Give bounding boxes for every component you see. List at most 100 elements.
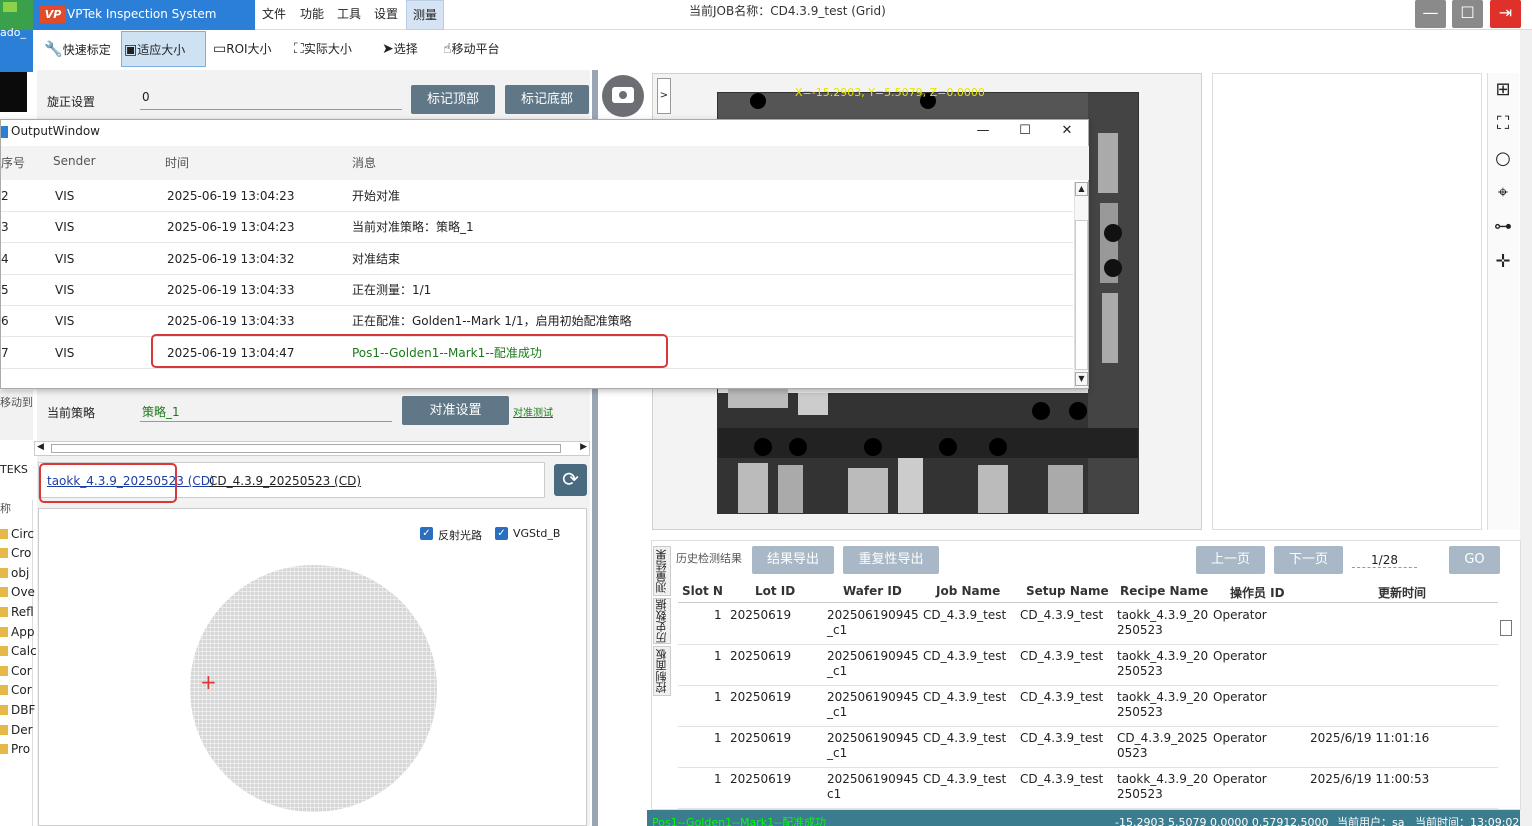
output-row-sender: VIS — [55, 345, 75, 360]
output-row[interactable]: 5 VIS 2025-06-19 13:04:33 正在测量：1/1 — [1, 275, 1073, 306]
tree-item[interactable]: obj — [0, 564, 29, 583]
page-indicator[interactable]: 1/28 — [1352, 553, 1417, 568]
go-button[interactable]: GO — [1449, 546, 1500, 574]
camera-icon[interactable] — [602, 75, 644, 117]
cell-lot: 20250619 — [730, 690, 792, 704]
line-tool-icon[interactable]: ⊶ — [1492, 216, 1514, 238]
repeat-export-button[interactable]: 重复性导出 — [843, 546, 939, 574]
mark-top-button[interactable]: 标记顶部 — [411, 85, 495, 114]
output-row-no: 5 — [1, 282, 9, 297]
tree-item[interactable]: DBF — [0, 701, 35, 720]
ow-col-sender: Sender — [53, 154, 96, 168]
output-scrollbar[interactable]: ▲ ▼ — [1074, 182, 1088, 388]
cell-job: CD_4.3.9_test — [923, 649, 1007, 663]
tree-item[interactable]: Cor — [0, 681, 32, 700]
tree-item[interactable]: Der — [0, 721, 33, 740]
tree-item[interactable]: Cro — [0, 544, 31, 563]
fit-size-button[interactable]: ▣适应大小 — [121, 31, 206, 67]
wafer-map[interactable] — [190, 565, 437, 812]
output-row[interactable]: 6 VIS 2025-06-19 13:04:33 正在配准：Golden1--Mar… — [1, 306, 1073, 338]
tree-item[interactable]: Cor — [0, 662, 32, 681]
cell-slot: 1 — [714, 731, 722, 745]
tree-item[interactable]: Refl — [0, 603, 34, 622]
ow-maximize-icon[interactable]: ☐ — [1005, 120, 1045, 144]
export-results-button[interactable]: 结果导出 — [752, 546, 834, 574]
cell-lot: 20250619 — [730, 731, 792, 745]
menu-measure[interactable]: 测量 — [406, 0, 445, 30]
tree-item[interactable]: App — [0, 623, 34, 642]
ow-close-icon[interactable]: ✕ — [1047, 120, 1087, 144]
table-row[interactable]: 1 20250619 202506190945 _c1 CD_4.3.9_test CD… — [678, 645, 1498, 686]
output-row[interactable]: 2 VIS 2025-06-19 13:04:23 开始对准 — [1, 181, 1073, 212]
tab-history-data[interactable]: 历史数据 — [653, 598, 671, 644]
coordinate-overlay: X=-15.2903, Y=5.5079, Z=0.0000 — [795, 86, 985, 99]
move-stage-label: 移动平台 — [451, 42, 500, 56]
move-stage-button[interactable]: ☝移动平台 — [441, 31, 500, 67]
strategy-label: 当前策略 — [47, 406, 96, 420]
output-row-message: 正在配准：Golden1--Mark 1/1，启用初始配准策略 — [352, 314, 632, 329]
crosshair-icon[interactable]: ✛ — [1492, 251, 1514, 273]
table-row[interactable]: 1 20250619 202506190945 c1 CD_4.3.9_test CD_… — [678, 768, 1498, 809]
tab-measure-results[interactable]: 测量结果 — [653, 546, 671, 596]
left-dock-tab[interactable]: ado_ — [0, 26, 33, 72]
main-scrollbar[interactable] — [1520, 30, 1532, 826]
tree-item[interactable]: Ove — [0, 583, 35, 602]
alignment-test-link[interactable]: 对准测试 — [513, 404, 553, 419]
expand-arrow-button[interactable]: > — [657, 78, 671, 114]
table-row[interactable]: 1 20250619 202506190945 _c1 CD_4.3.9_test CD… — [678, 604, 1498, 645]
menu-settings[interactable]: 设置 — [368, 0, 404, 30]
quick-calibrate-button[interactable]: 🔧快速标定 — [42, 31, 111, 67]
status-coords: -15.2903 5.5079 0.0000 0.5791 — [1115, 816, 1291, 826]
vgstd-checkbox[interactable]: ✓ — [495, 527, 508, 540]
horizontal-scrollbar[interactable]: ◀ ▶ — [34, 441, 590, 456]
output-window-title: OutputWindow — [11, 124, 100, 138]
cell-slot: 1 — [714, 608, 722, 622]
col-updated: 更新时间 — [1378, 586, 1427, 600]
menu-function[interactable]: 功能 — [294, 0, 330, 30]
grid-fit-icon[interactable]: ⊞ — [1492, 79, 1514, 101]
rotation-input[interactable]: 0 — [140, 90, 402, 110]
maximize-icon[interactable]: ☐ — [1452, 0, 1483, 28]
history-scroll-thumb[interactable] — [1500, 620, 1512, 636]
ow-minimize-icon[interactable]: — — [963, 120, 1003, 144]
output-row-sender: VIS — [55, 314, 75, 329]
table-row[interactable]: 1 20250619 202506190945 _c1 CD_4.3.9_test CD… — [678, 686, 1498, 727]
actual-size-label: 实际大小 — [303, 42, 352, 56]
next-page-button[interactable]: 下一页 — [1274, 546, 1343, 574]
history-title: 历史检测结果 — [676, 552, 742, 565]
cursor-icon: ➤ — [382, 41, 394, 57]
exit-icon[interactable]: ⇥ — [1490, 0, 1521, 28]
menu-tools[interactable]: 工具 — [331, 0, 367, 30]
actual-size-icon: ⛶ — [294, 41, 304, 57]
ow-col-msg: 消息 — [352, 156, 377, 170]
tab-control-panel[interactable]: 控制面板 — [653, 646, 671, 696]
minimize-icon[interactable]: — — [1415, 0, 1446, 28]
reflect-path-checkbox[interactable]: ✓ — [420, 527, 433, 540]
output-row[interactable]: 3 VIS 2025-06-19 13:04:23 当前对准策略：策略_1 — [1, 212, 1073, 244]
ow-col-time: 时间 — [165, 156, 190, 170]
zoom-region-icon[interactable]: ⌖ — [1492, 182, 1514, 204]
alignment-settings-button[interactable]: 对准设置 — [402, 396, 509, 425]
recipe-link-cd[interactable]: CD_4.3.9_20250523 (CD) — [209, 474, 361, 488]
mark-bottom-button[interactable]: 标记底部 — [505, 85, 589, 114]
strategy-value[interactable]: 策略_1 — [140, 403, 392, 422]
fullscreen-icon[interactable]: ⛶ — [1492, 113, 1514, 135]
cell-job: CD_4.3.9_test — [923, 690, 1007, 704]
cell-op: Operator — [1213, 772, 1267, 786]
cell-lot: 20250619 — [730, 649, 792, 663]
tree-item[interactable]: Calc — [0, 642, 37, 661]
col-setup: Setup Name — [1026, 584, 1109, 598]
refresh-recipe-icon[interactable]: ⟳ — [554, 464, 587, 496]
menu-file[interactable]: 文件 — [256, 0, 292, 30]
tree-item[interactable]: Pro — [0, 740, 30, 759]
cell-recipe: taokk_4.3.9_20 250523 — [1117, 608, 1209, 637]
output-row[interactable]: 4 VIS 2025-06-19 13:04:32 对准结束 — [1, 244, 1073, 275]
actual-size-button[interactable]: ⛶实际大小 — [292, 31, 352, 67]
circle-tool-icon[interactable]: ○ — [1492, 148, 1514, 170]
select-button[interactable]: ➤选择 — [380, 31, 418, 67]
table-row[interactable]: 1 20250619 202506190945 _c1 CD_4.3.9_test CD… — [678, 727, 1498, 768]
output-row-time: 2025-06-19 13:04:33 — [167, 314, 295, 329]
prev-page-button[interactable]: 上一页 — [1196, 546, 1265, 574]
roi-size-button[interactable]: ▭ROI大小 — [211, 31, 272, 67]
tree-item[interactable]: Circ — [0, 525, 34, 544]
